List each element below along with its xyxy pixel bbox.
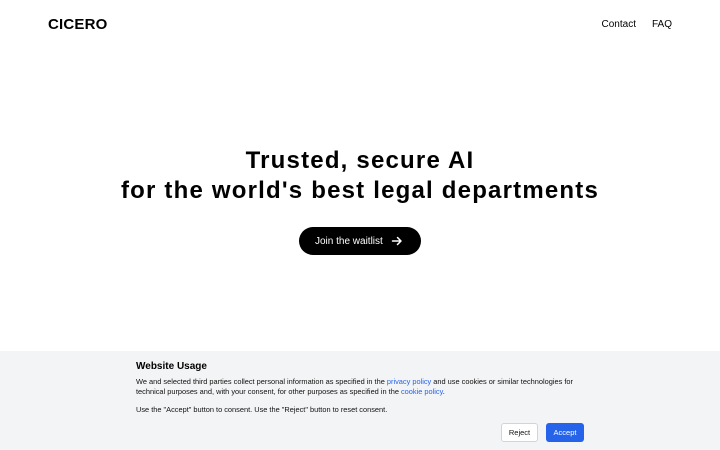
hero-section: Trusted, secure AI for the world's best … [0, 146, 720, 206]
accept-button[interactable]: Accept [546, 423, 584, 442]
nav-contact-link[interactable]: Contact [602, 19, 636, 30]
hero-heading-line1: Trusted, secure AI [245, 147, 475, 174]
cookie-banner: Website Usage We and selected third part… [0, 351, 720, 450]
cookie-policy-link[interactable]: cookie policy [401, 387, 443, 396]
cookie-banner-text: We and selected third parties collect pe… [136, 377, 596, 397]
hero-heading: Trusted, secure AI for the world's best … [0, 146, 720, 206]
site-header: CICERO Contact FAQ [0, 0, 720, 50]
hero-heading-line2: for the world's best legal departments [120, 177, 600, 204]
cookie-banner-title: Website Usage [136, 361, 207, 372]
join-waitlist-label: Join the waitlist [315, 235, 383, 247]
nav-faq-link[interactable]: FAQ [652, 19, 672, 30]
top-nav: Contact FAQ [602, 19, 672, 30]
cookie-text-part1: We and selected third parties collect pe… [136, 377, 387, 386]
join-waitlist-button[interactable]: Join the waitlist [299, 227, 421, 255]
logo[interactable]: CICERO [48, 16, 108, 33]
reject-button[interactable]: Reject [501, 423, 538, 442]
privacy-policy-link[interactable]: privacy policy [387, 377, 431, 386]
cookie-consent-instructions: Use the "Accept" button to consent. Use … [136, 405, 388, 414]
cookie-text-part3: . [442, 387, 445, 396]
arrow-right-icon [391, 236, 402, 246]
